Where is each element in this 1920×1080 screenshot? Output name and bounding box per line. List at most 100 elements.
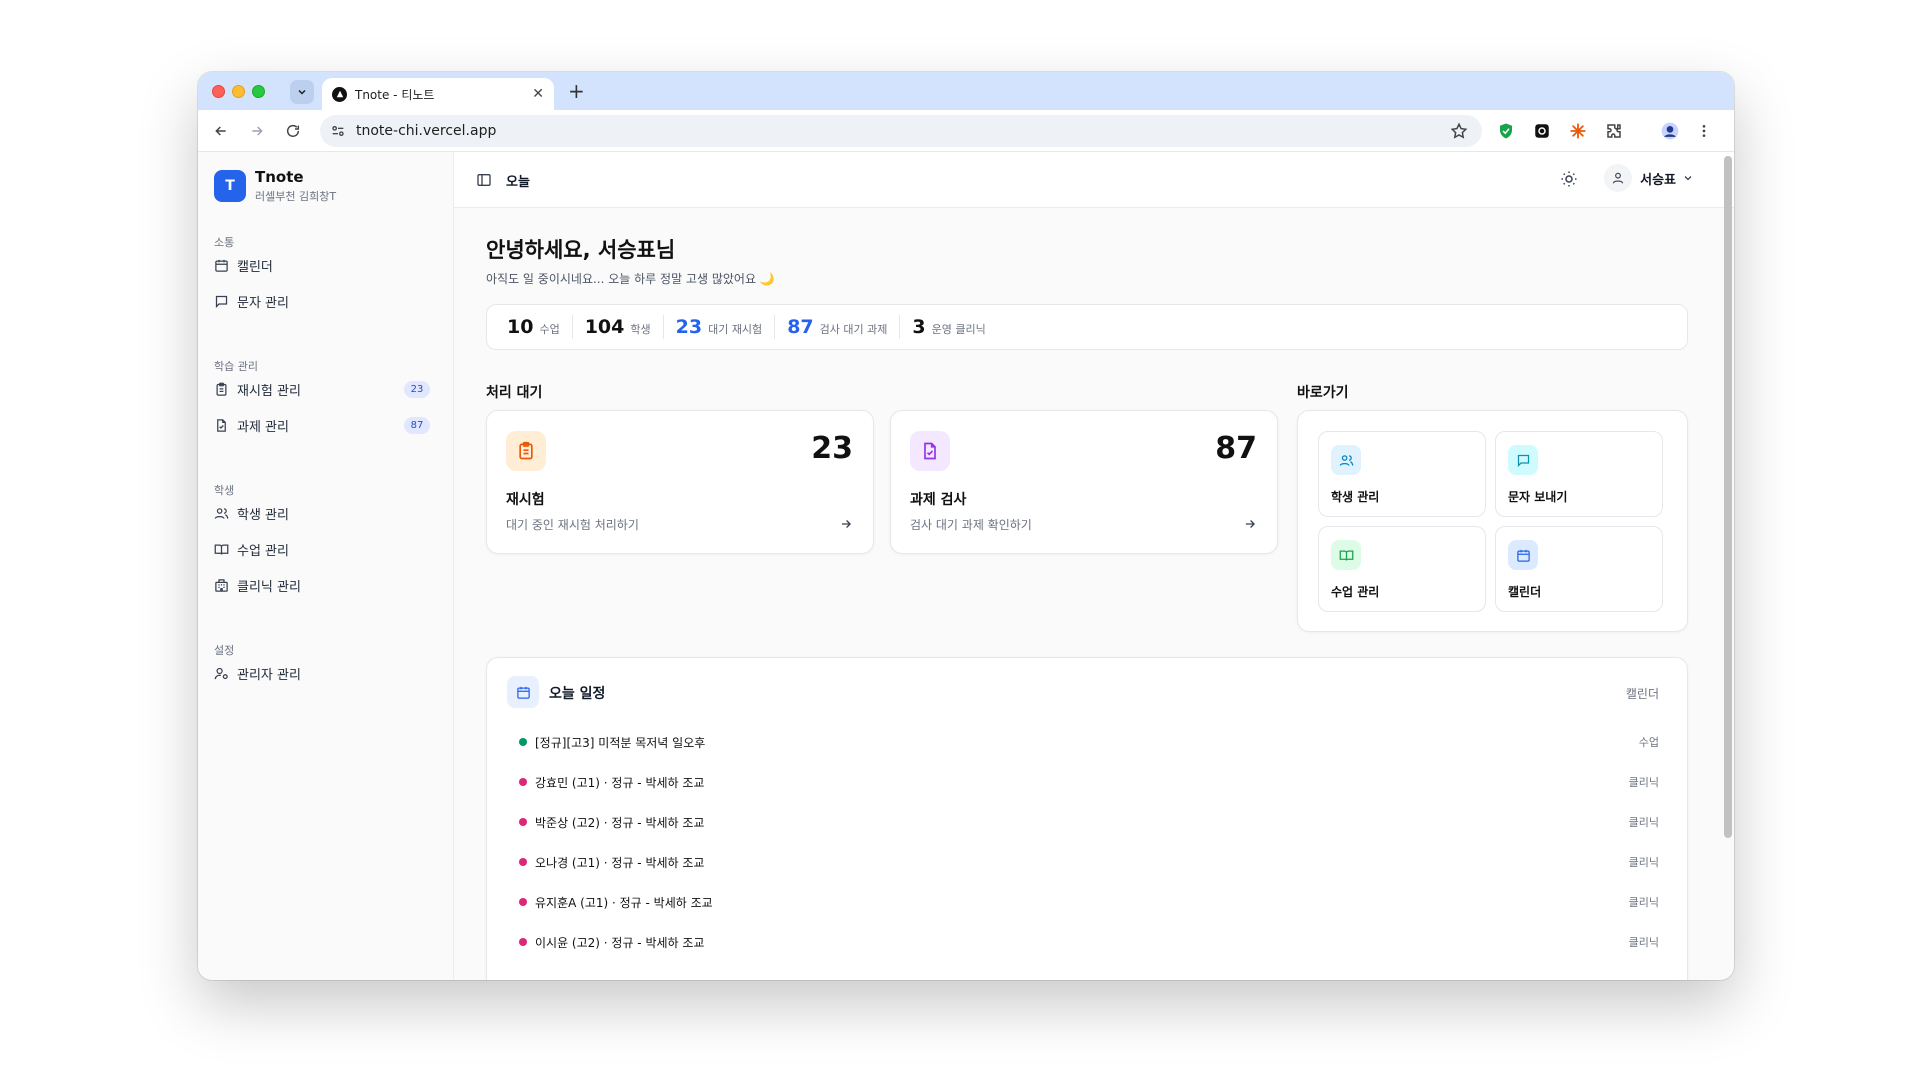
vercel-favicon-icon [332, 86, 347, 102]
event-tag: 클리닉 [1628, 936, 1659, 949]
shortcut-label: 문자 보내기 [1508, 490, 1568, 504]
arrow-right-icon [1245, 520, 1255, 528]
stat-label: 학생 [630, 323, 651, 336]
clipboard-icon [216, 382, 227, 396]
tab-strip: Tnote - 티노트 ✕ + [198, 72, 1734, 110]
shortcut-students[interactable]: 학생 관리 [1318, 431, 1486, 517]
sidebar-item-students[interactable]: 학생 관리 [206, 498, 438, 528]
sidebar-item-label: 재시험 관리 [237, 383, 301, 399]
theme-toggle-sun-icon[interactable] [1560, 170, 1578, 188]
sidebar-item-label: 클리닉 관리 [237, 579, 301, 595]
shield-extension-icon[interactable] [1496, 121, 1516, 141]
schedule-event[interactable]: 이시윤 (고2) · 정규 - 박세하 조교 클리닉 [519, 932, 1659, 952]
sidebar-item-retests[interactable]: 재시험 관리 23 [206, 374, 438, 404]
stat-value: 10 [507, 316, 534, 338]
retest-count-badge: 23 [404, 381, 430, 398]
page-title: 오늘 [506, 175, 530, 190]
event-tag: 수업 [1638, 736, 1659, 749]
retest-title: 재시험 [506, 492, 545, 508]
event-title: [정규][고3] 미적분 목저녁 일오후 [535, 735, 706, 750]
greeting-subtitle: 아직도 일 중이시네요... 오늘 하루 정말 고생 많았어요 🌙 [486, 272, 775, 286]
calendar-icon [507, 676, 539, 708]
claude-extension-icon[interactable] [1568, 121, 1588, 141]
sidebar-item-clinics[interactable]: 클리닉 관리 [206, 570, 438, 600]
url-text: tnote-chi.vercel.app [356, 123, 497, 139]
close-window-button[interactable] [212, 85, 225, 98]
user-menu[interactable]: 서승표 [1604, 164, 1694, 192]
pending-heading: 처리 대기 [486, 385, 543, 401]
sidebar-toggle-icon[interactable] [476, 172, 492, 188]
sidebar-item-messages[interactable]: 문자 관리 [206, 286, 438, 316]
user-avatar-icon [1604, 164, 1633, 192]
browser-toolbar: tnote-chi.vercel.app [198, 110, 1734, 152]
retest-card[interactable]: 23 재시험 대기 중인 재시험 처리하기 [486, 410, 874, 554]
building-icon [215, 578, 228, 592]
sidebar-item-label: 과제 관리 [237, 419, 289, 435]
event-title: 박준상 (고2) · 정규 - 박세하 조교 [535, 815, 705, 830]
event-dot [519, 938, 527, 946]
schedule-heading: 오늘 일정 [549, 686, 606, 702]
maximize-window-button[interactable] [252, 85, 265, 98]
event-title: 오나경 (고1) · 정규 - 박세하 조교 [535, 855, 705, 870]
section-label-learning: 학습 관리 [214, 360, 258, 373]
sidebar-item-admins[interactable]: 관리자 관리 [206, 658, 438, 688]
active-tab[interactable]: Tnote - 티노트 ✕ [322, 78, 554, 110]
address-bar[interactable]: tnote-chi.vercel.app [320, 115, 1482, 147]
site-settings-icon[interactable] [330, 123, 346, 139]
stat-value: 23 [675, 316, 703, 338]
today-schedule-card: 오늘 일정 캘린더 [정규][고3] 미적분 목저녁 일오후 수업 강효민 (고… [486, 657, 1688, 980]
event-title: 강효민 (고1) · 정규 - 박세하 조교 [535, 775, 705, 790]
event-tag: 클리닉 [1628, 816, 1659, 829]
schedule-event[interactable]: 유지훈A (고1) · 정규 - 박세하 조교 클리닉 [519, 892, 1659, 912]
assignment-check-card[interactable]: 87 과제 검사 검사 대기 과제 확인하기 [890, 410, 1278, 554]
shortcut-label: 학생 관리 [1331, 490, 1380, 504]
users-icon [214, 507, 229, 519]
tab-close-icon[interactable]: ✕ [532, 86, 544, 102]
forward-button[interactable] [246, 120, 268, 142]
section-label-communication: 소통 [214, 236, 235, 249]
reload-button[interactable] [282, 120, 304, 142]
stat-value: 87 [787, 316, 814, 338]
schedule-event[interactable]: [정규][고3] 미적분 목저녁 일오후 수업 [519, 732, 1659, 752]
assignment-desc: 검사 대기 과제 확인하기 [910, 518, 1032, 532]
back-button[interactable] [210, 120, 232, 142]
shortcut-calendar[interactable]: 캘린더 [1495, 526, 1663, 612]
dark-extension-icon[interactable] [1532, 121, 1552, 141]
schedule-event[interactable]: 오나경 (고1) · 정규 - 박세하 조교 클리닉 [519, 852, 1659, 872]
tab-search-button[interactable] [290, 80, 314, 104]
chevron-down-icon [298, 89, 306, 95]
stat-pending-retests: 23 대기 재시험 [676, 315, 776, 339]
sidebar-item-classes[interactable]: 수업 관리 [206, 534, 438, 564]
sidebar-item-label: 관리자 관리 [237, 667, 301, 683]
profile-avatar-icon[interactable] [1660, 121, 1680, 141]
stat-label: 대기 재시험 [708, 323, 763, 336]
stat-label: 수업 [539, 323, 560, 336]
bookmark-star-icon[interactable] [1450, 122, 1468, 140]
sidebar-item-label: 학생 관리 [237, 507, 289, 523]
browser-menu-icon[interactable] [1694, 121, 1714, 141]
new-tab-button[interactable]: + [568, 80, 585, 102]
assignment-count: 87 [1215, 431, 1257, 466]
event-tag: 클리닉 [1628, 896, 1659, 909]
sidebar-item-assignments[interactable]: 과제 관리 87 [206, 410, 438, 440]
sidebar-item-calendar[interactable]: 캘린더 [206, 250, 438, 280]
section-label-settings: 설정 [214, 644, 235, 657]
shortcut-classes[interactable]: 수업 관리 [1318, 526, 1486, 612]
sidebar-item-label: 문자 관리 [237, 295, 289, 311]
schedule-event[interactable]: 박준상 (고2) · 정규 - 박세하 조교 클리닉 [519, 812, 1659, 832]
shortcut-label: 캘린더 [1508, 585, 1542, 599]
brand[interactable]: T Tnote 러셀부천 김희창T [214, 168, 336, 204]
users-icon [1331, 445, 1361, 475]
schedule-event[interactable]: 강효민 (고1) · 정규 - 박세하 조교 클리닉 [519, 772, 1659, 792]
calendar-link[interactable]: 캘린더 [1626, 685, 1659, 702]
retest-desc: 대기 중인 재시험 처리하기 [506, 518, 639, 532]
shortcut-send-message[interactable]: 문자 보내기 [1495, 431, 1663, 517]
minimize-window-button[interactable] [232, 85, 245, 98]
user-cog-icon [214, 667, 228, 679]
brand-subtitle: 러셀부천 김희창T [255, 190, 337, 203]
event-title: 유지훈A (고1) · 정규 - 박세하 조교 [535, 895, 713, 910]
message-square-icon [215, 295, 228, 308]
calendar-icon [1508, 540, 1538, 570]
extensions-puzzle-icon[interactable] [1604, 121, 1624, 141]
scrollbar[interactable] [1724, 156, 1732, 838]
